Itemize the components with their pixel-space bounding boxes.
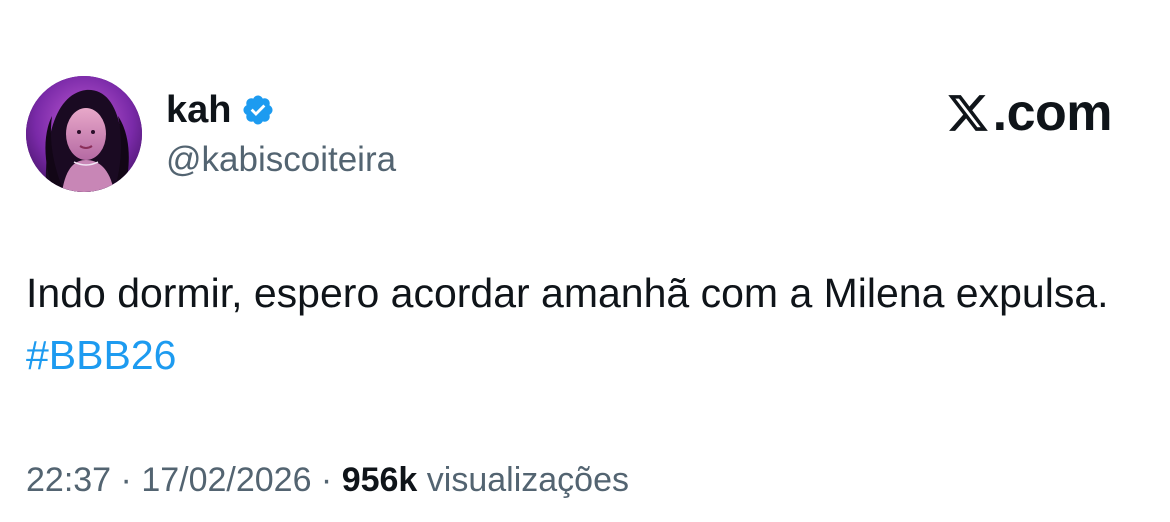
x-domain-text: .com [992, 84, 1113, 142]
author-name-row: kah [166, 88, 275, 132]
tweet-card: kah @kabiscoiteira .com Indo dormir, esp… [0, 0, 1170, 522]
tweet-date[interactable]: 17/02/2026 [141, 461, 311, 499]
author-display-name[interactable]: kah [166, 88, 231, 132]
tweet-body: Indo dormir, espero acordar amanhã com a… [26, 270, 1109, 316]
tweet-text: Indo dormir, espero acordar amanhã com a… [26, 262, 1126, 386]
meta-separator: · [311, 461, 342, 499]
tweet-meta: 22:37 · 17/02/2026 · 956k visualizações [26, 458, 629, 502]
author-handle[interactable]: @kabiscoiteira [166, 140, 396, 180]
avatar-photo [26, 76, 142, 192]
x-brand-logo: .com [945, 84, 1113, 142]
hashtag-link[interactable]: #BBB26 [26, 332, 176, 378]
views-label: visualizações [417, 461, 629, 499]
views-count[interactable]: 956k [342, 461, 418, 499]
tweet-time[interactable]: 22:37 [26, 461, 111, 499]
x-logo-icon [945, 91, 991, 135]
avatar[interactable] [26, 76, 142, 192]
verified-badge-icon[interactable] [241, 93, 275, 127]
meta-separator: · [111, 461, 142, 499]
